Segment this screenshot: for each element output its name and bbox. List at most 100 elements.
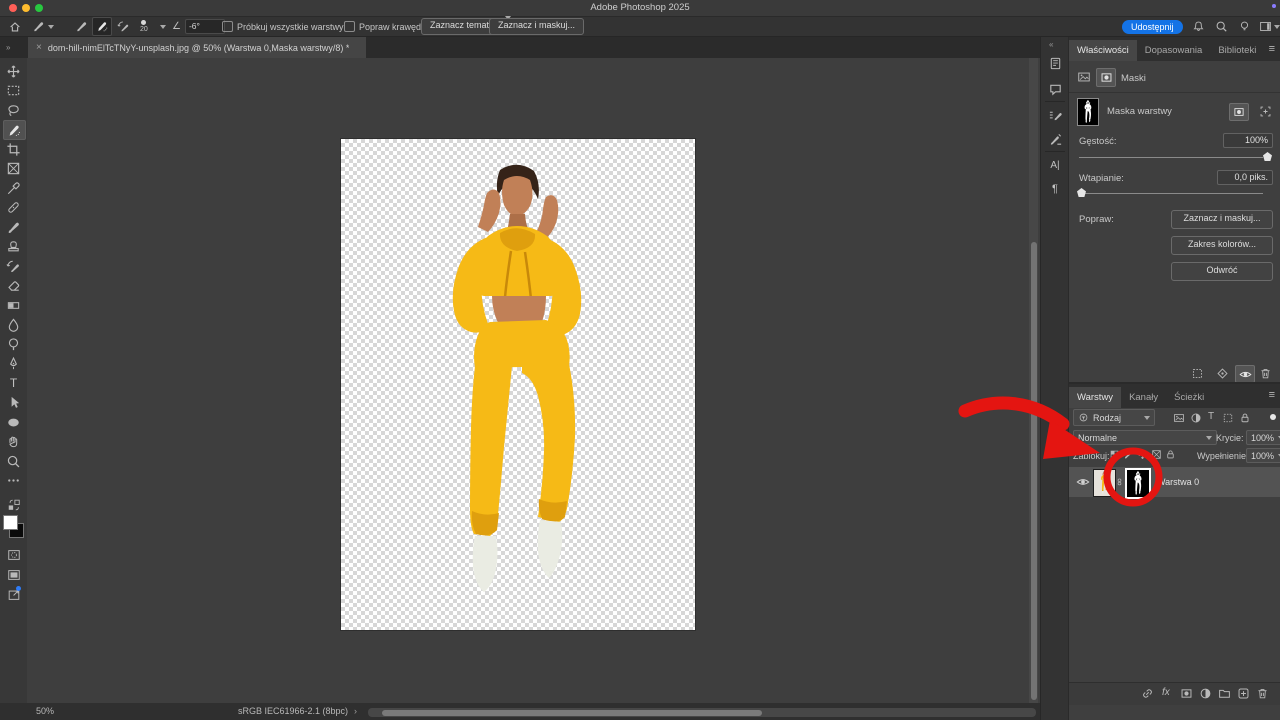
layer-thumbnail[interactable]: [1093, 469, 1116, 497]
mask-link-icon[interactable]: [1115, 474, 1124, 490]
vertical-scrollbar-thumb[interactable]: [1030, 242, 1037, 700]
quick-mask-button[interactable]: [3, 546, 24, 564]
add-vector-mask-icon[interactable]: [1259, 105, 1272, 118]
density-value[interactable]: 100%: [1223, 133, 1273, 148]
tab-libraries[interactable]: Biblioteki: [1210, 40, 1264, 61]
discover-lightbulb-icon[interactable]: [1238, 17, 1251, 36]
refine-edge-checkbox[interactable]: Popraw krawędź: [344, 17, 426, 36]
mask-properties-icon[interactable]: [1096, 68, 1116, 87]
filter-adjustment-icon[interactable]: [1190, 412, 1202, 424]
document-tab[interactable]: × dom-hill-nimElTcTNyY-unsplash.jpg @ 50…: [28, 37, 366, 58]
eyedropper-tool[interactable]: [3, 179, 24, 197]
blend-mode-dropdown[interactable]: Normalne: [1073, 430, 1217, 445]
density-slider-thumb[interactable]: [1263, 152, 1272, 161]
tab-properties[interactable]: Właściwości: [1069, 40, 1137, 61]
lock-position-icon[interactable]: [1137, 449, 1148, 460]
type-tool[interactable]: T: [3, 374, 24, 392]
tab-close-icon[interactable]: ×: [36, 42, 42, 53]
select-and-mask-button[interactable]: Zaznacz i maskuj...: [489, 18, 585, 35]
layer-style-fx-icon[interactable]: fx: [1162, 687, 1170, 698]
mask-visibility-toggle[interactable]: [1235, 365, 1255, 383]
add-layer-mask-icon[interactable]: [1180, 687, 1193, 700]
brushes-panel-icon[interactable]: [1047, 131, 1063, 147]
swap-colors-icon[interactable]: [3, 496, 24, 514]
hand-tool[interactable]: [3, 432, 24, 450]
history-brush-tool[interactable]: [3, 257, 24, 275]
tool-preset-picker[interactable]: [32, 17, 54, 36]
gradient-tool[interactable]: [3, 296, 24, 314]
select-mask-button[interactable]: [1229, 103, 1249, 121]
tab-adjustments[interactable]: Dopasowania: [1137, 40, 1211, 61]
tab-paths[interactable]: Ścieżki: [1166, 387, 1212, 408]
link-layers-icon[interactable]: [1141, 687, 1154, 700]
filter-toggle-pin[interactable]: [1270, 414, 1276, 420]
pixel-layer-properties-icon[interactable]: [1077, 70, 1091, 84]
frame-tool[interactable]: [3, 159, 24, 177]
brush-size-control[interactable]: 20: [140, 17, 148, 36]
layer-name[interactable]: Warstwa 0: [1157, 477, 1199, 487]
fill-dropdown[interactable]: 100%: [1246, 448, 1280, 463]
delete-layer-icon[interactable]: [1256, 687, 1269, 700]
filter-pixel-icon[interactable]: [1173, 412, 1185, 424]
spot-healing-tool[interactable]: [3, 198, 24, 216]
mode-new-selection-button[interactable]: [72, 18, 90, 35]
opacity-dropdown[interactable]: 100%: [1246, 430, 1280, 445]
brush-tool[interactable]: [3, 218, 24, 236]
selection-brush-tool[interactable]: [3, 120, 26, 140]
zoom-tool[interactable]: [3, 452, 24, 470]
new-layer-icon[interactable]: [1237, 687, 1250, 700]
path-selection-tool[interactable]: [3, 393, 24, 411]
zoom-level-field[interactable]: 50%: [36, 706, 54, 716]
workspace-switcher[interactable]: [1259, 17, 1280, 36]
filter-type-icon[interactable]: T: [1208, 411, 1214, 422]
filter-smart-object-icon[interactable]: [1239, 412, 1251, 424]
share-button[interactable]: Udostępnij: [1122, 19, 1183, 34]
adjustment-layer-icon[interactable]: [1199, 687, 1212, 700]
brush-size-chevron[interactable]: [160, 17, 166, 36]
home-icon[interactable]: [8, 17, 22, 36]
sample-all-layers-checkbox[interactable]: Próbkuj wszystkie warstwy: [222, 17, 344, 36]
layer-filter-dropdown[interactable]: Rodzaj: [1073, 409, 1155, 426]
more-tools-button[interactable]: [3, 471, 24, 489]
color-range-button[interactable]: Zakres kolorów...: [1171, 236, 1273, 255]
lock-transparency-icon[interactable]: [1109, 449, 1120, 460]
feather-slider-track[interactable]: [1079, 193, 1263, 194]
tab-layers[interactable]: Warstwy: [1069, 387, 1122, 408]
invert-button[interactable]: Odwróć: [1171, 262, 1273, 281]
history-panel-icon[interactable]: [1047, 55, 1063, 71]
feather-slider-thumb[interactable]: [1077, 188, 1086, 197]
select-and-mask-panel-button[interactable]: Zaznacz i maskuj...: [1171, 210, 1273, 229]
canvas-area[interactable]: [27, 58, 1030, 703]
horizontal-scrollbar-thumb[interactable]: [382, 709, 762, 716]
crop-tool[interactable]: [3, 140, 24, 158]
angle-input[interactable]: -6°: [184, 19, 225, 34]
layer-row[interactable]: Warstwa 0: [1069, 467, 1280, 499]
dodge-tool[interactable]: [3, 335, 24, 353]
tab-channels[interactable]: Kanały: [1121, 387, 1166, 408]
select-subject-button[interactable]: Zaznacz temat: [421, 18, 499, 35]
status-chevron-icon[interactable]: ›: [354, 706, 357, 716]
screen-mode-button[interactable]: [3, 566, 24, 584]
toolbar-collapse-icon[interactable]: »: [6, 43, 10, 52]
brush-settings-panel-icon[interactable]: [1047, 107, 1063, 123]
shape-tool[interactable]: [3, 413, 24, 431]
lasso-tool[interactable]: [3, 101, 24, 119]
eraser-tool[interactable]: [3, 276, 24, 294]
layer-mask-thumbnail[interactable]: [1125, 468, 1151, 499]
document-canvas[interactable]: [341, 139, 695, 630]
mode-add-selection-button[interactable]: [92, 17, 112, 36]
character-panel-icon[interactable]: A|: [1047, 157, 1063, 173]
mask-delete-icon[interactable]: [1259, 367, 1272, 380]
notifications-bell[interactable]: [1192, 17, 1205, 36]
lock-artboard-icon[interactable]: [1151, 449, 1162, 460]
foreground-color-swatch[interactable]: [3, 515, 18, 530]
pen-tool[interactable]: [3, 354, 24, 372]
density-slider-track[interactable]: [1079, 157, 1263, 158]
mask-load-selection-icon[interactable]: [1191, 367, 1204, 380]
edit-in-app-button[interactable]: [3, 586, 24, 604]
mask-apply-icon[interactable]: [1216, 367, 1229, 380]
layer-mask-thumbnail-properties[interactable]: [1077, 98, 1099, 126]
lock-pixels-icon[interactable]: [1123, 449, 1134, 460]
comments-panel-icon[interactable]: [1047, 81, 1063, 97]
layer-visibility-eye-icon[interactable]: [1076, 475, 1090, 489]
